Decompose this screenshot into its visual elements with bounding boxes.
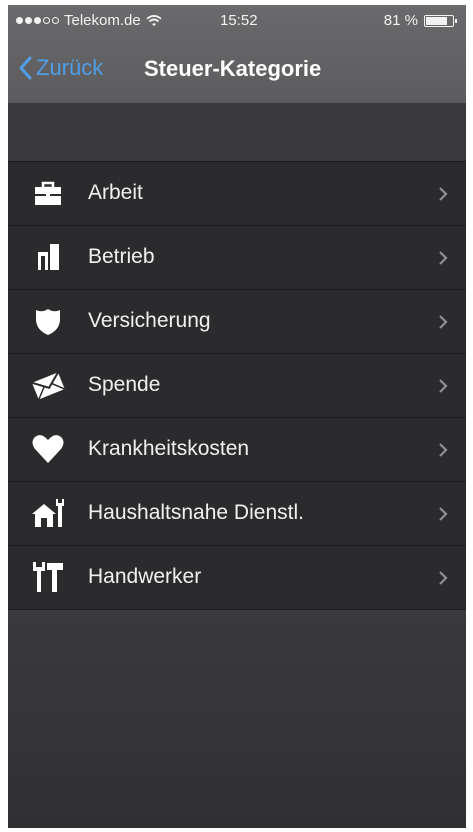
category-list: Arbeit Betrieb Versicherung Spende Krank… [8,161,466,610]
tools-icon [33,562,63,592]
chevron-right-icon [439,379,448,393]
section-spacer [8,103,466,161]
page-title: Steuer-Kategorie [144,56,322,81]
navigation-bar: Zurück Steuer-Kategorie [8,45,466,97]
battery-percent: 81 % [383,12,418,29]
chevron-left-icon [19,56,32,80]
wifi-icon [146,14,162,26]
chevron-right-icon [439,187,448,201]
heart-icon [32,435,64,463]
status-time: 15:52 [220,12,258,29]
list-item-label: Betrieb [88,245,155,268]
list-item-spende[interactable]: Spende [8,354,466,418]
building-icon [38,244,59,270]
list-item-versicherung[interactable]: Versicherung [8,290,466,354]
list-item-label: Versicherung [88,309,211,332]
chevron-right-icon [439,507,448,521]
chevron-right-icon [439,571,448,585]
back-button[interactable]: Zurück [18,55,103,81]
signal-strength-icon [16,17,59,24]
chevron-right-icon [439,251,448,265]
list-item-betrieb[interactable]: Betrieb [8,226,466,290]
list-item-label: Arbeit [88,181,143,204]
shield-icon [36,309,60,335]
list-item-handwerker[interactable]: Handwerker [8,546,466,610]
list-item-krankheitskosten[interactable]: Krankheitskosten [8,418,466,482]
chevron-right-icon [439,315,448,329]
battery-icon [424,14,457,27]
phone-screen: Telekom.de 15:52 81 % Zurück Steuer-Kate… [8,5,466,828]
list-item-label: Krankheitskosten [88,437,250,460]
chevron-right-icon [439,443,448,457]
house-tool-icon [32,499,64,527]
list-item-label: Haushaltsnahe Dienstl. [88,501,304,524]
briefcase-icon [35,181,61,205]
list-item-arbeit[interactable]: Arbeit [8,162,466,226]
list-item-label: Spende [88,373,161,396]
empty-background [8,610,466,828]
back-label: Zurück [36,55,104,80]
status-right: 81 % [383,12,457,29]
top-bar: Telekom.de 15:52 81 % Zurück Steuer-Kate… [8,5,466,103]
envelope-icon [31,371,66,400]
list-item-label: Handwerker [88,565,202,588]
status-bar: Telekom.de 15:52 81 % [8,5,466,35]
carrier-name: Telekom.de [64,12,141,29]
list-item-haushaltsnahe-dienstl[interactable]: Haushaltsnahe Dienstl. [8,482,466,546]
status-left: Telekom.de [16,12,162,29]
